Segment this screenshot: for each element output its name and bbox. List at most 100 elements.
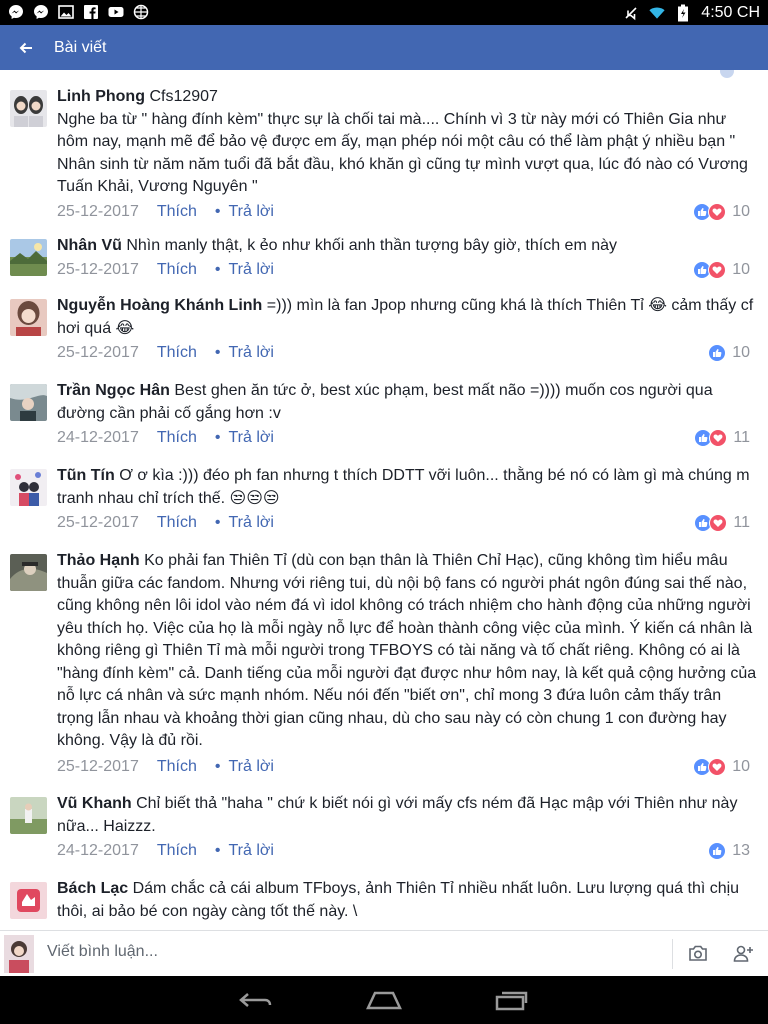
reply-link[interactable]: Trả lời (228, 758, 273, 776)
avatar[interactable] (10, 239, 47, 276)
love-reaction-icon (709, 514, 728, 532)
scroll-indicator (720, 70, 734, 78)
reply-link[interactable]: Trả lời (228, 203, 273, 221)
separator-dot: • (214, 429, 221, 446)
like-link[interactable]: Thích (157, 842, 197, 860)
reaction-count: 10 (732, 261, 750, 278)
facebook-icon (83, 4, 99, 20)
separator-dot: • (214, 344, 221, 361)
comment-tag: Cfs12907 (149, 88, 218, 105)
comment-text: Thảo Hạnh Ko phải fan Thiên Tỉ (dù con b… (57, 550, 757, 753)
comment-author[interactable]: Nhân Vũ (57, 237, 122, 254)
comment-body: Chỉ biết thả "haha " chứ k biết nói gì v… (57, 795, 738, 835)
comment-body: Ơ ơ kìa :))) đéo ph fan nhưng t thích DD… (57, 467, 750, 507)
like-reaction-icon (708, 842, 727, 860)
like-link[interactable]: Thích (157, 203, 197, 221)
reaction-summary[interactable]: 11 (694, 514, 750, 532)
like-link[interactable]: Thích (157, 429, 197, 447)
separator-dot: • (214, 514, 221, 531)
recents-nav-button[interactable] (492, 986, 532, 1014)
comment-author[interactable]: Tũn Tín (57, 467, 115, 484)
avatar[interactable] (10, 90, 47, 127)
comment-date: 25-12-2017 (57, 758, 139, 775)
separator-dot: • (214, 261, 221, 278)
avatar[interactable] (10, 469, 47, 506)
comment-author[interactable]: Trần Ngọc Hân (57, 382, 170, 399)
reply-link[interactable]: Trả lời (228, 842, 273, 860)
comment-text: Tũn Tín Ơ ơ kìa :))) đéo ph fan nhưng t … (57, 465, 757, 510)
separator-dot: • (214, 758, 221, 775)
comment-meta: 25-12-2017 Thích • Trả lời (57, 344, 274, 362)
comment-meta: 25-12-2017 Thích • Trả lời (57, 758, 274, 776)
comment-author[interactable]: Nguyễn Hoàng Khánh Linh (57, 297, 262, 314)
reaction-summary[interactable]: 11 (694, 429, 750, 447)
home-nav-button[interactable] (364, 986, 404, 1014)
comment-input[interactable]: Viết bình luận... (47, 943, 158, 961)
like-reaction-icon (708, 344, 727, 362)
navigation-bar (0, 976, 768, 1024)
avatar[interactable] (10, 882, 47, 919)
battery-icon (675, 4, 691, 21)
reaction-summary[interactable]: 13 (708, 842, 750, 860)
comment-date: 25-12-2017 (57, 344, 139, 361)
comment-text: Vũ Khanh Chỉ biết thả "haha " chứ k biết… (57, 793, 757, 838)
comment-date: 24-12-2017 (57, 842, 139, 859)
comment-author[interactable]: Vũ Khanh (57, 795, 132, 812)
love-reaction-icon (709, 429, 728, 447)
comment-text: Nguyễn Hoàng Khánh Linh =))) mìn là fan … (57, 295, 757, 340)
camera-button[interactable] (686, 943, 710, 965)
add-person-icon (733, 945, 753, 962)
divider (672, 939, 673, 969)
love-reaction-icon (708, 758, 727, 776)
love-reaction-icon (708, 203, 727, 221)
back-nav-button[interactable] (236, 986, 276, 1014)
reaction-summary[interactable]: 10 (693, 261, 750, 279)
messenger-icon (33, 4, 49, 20)
reply-link[interactable]: Trả lời (228, 344, 273, 362)
reaction-summary[interactable]: 10 (708, 344, 750, 362)
comment-author[interactable]: Linh Phong (57, 88, 145, 105)
love-reaction-icon (708, 261, 727, 279)
comments-list[interactable]: Linh Phong Cfs12907 Nghe ba từ " hàng đí… (0, 70, 768, 930)
comment-composer: Viết bình luận... (0, 930, 768, 976)
reaction-count: 13 (732, 842, 750, 859)
like-link[interactable]: Thích (157, 514, 197, 532)
reaction-count: 10 (732, 203, 750, 220)
reaction-count: 10 (732, 758, 750, 775)
reaction-count: 11 (733, 514, 750, 531)
reply-link[interactable]: Trả lời (228, 429, 273, 447)
status-bar: 4:50 CH (0, 0, 768, 25)
comment-body: Nghe ba từ " hàng đính kèm" thực sự là c… (57, 110, 748, 196)
reply-link[interactable]: Trả lời (228, 261, 273, 279)
comment-body: Nhìn manly thật, k ẻo như khối anh thần … (126, 237, 618, 254)
avatar[interactable] (4, 935, 34, 973)
like-link[interactable]: Thích (157, 758, 197, 776)
avatar[interactable] (10, 299, 47, 336)
app-bar: Bài viết (0, 25, 768, 70)
comment-date: 25-12-2017 (57, 203, 139, 220)
notification-icons (8, 4, 149, 20)
comment-meta: 25-12-2017 Thích • Trả lời (57, 203, 274, 221)
home-icon (366, 991, 402, 1010)
reaction-summary[interactable]: 10 (693, 203, 750, 221)
like-link[interactable]: Thích (157, 261, 197, 279)
comment-text: Nhân Vũ Nhìn manly thật, k ẻo như khối a… (57, 235, 757, 258)
browser-icon (133, 4, 149, 20)
comment-author[interactable]: Bách Lạc (57, 880, 128, 897)
comment-author[interactable]: Thảo Hạnh (57, 552, 140, 569)
separator-dot: • (214, 842, 221, 859)
avatar[interactable] (10, 797, 47, 834)
clock: 4:50 CH (701, 3, 760, 21)
reply-link[interactable]: Trả lời (228, 514, 273, 532)
comment-text: Linh Phong Cfs12907 Nghe ba từ " hàng đí… (57, 86, 757, 199)
reaction-summary[interactable]: 10 (693, 758, 750, 776)
avatar[interactable] (10, 554, 47, 591)
comment-body: Dám chắc cả cái album TFboys, ảnh Thiên … (57, 880, 740, 920)
mute-icon (623, 5, 639, 21)
like-link[interactable]: Thích (157, 344, 197, 362)
avatar[interactable] (10, 384, 47, 421)
comment-meta: 25-12-2017 Thích • Trả lời (57, 261, 274, 279)
back-button[interactable] (2, 25, 50, 70)
comment-date: 24-12-2017 (57, 429, 139, 446)
tag-friend-button[interactable] (731, 942, 755, 966)
